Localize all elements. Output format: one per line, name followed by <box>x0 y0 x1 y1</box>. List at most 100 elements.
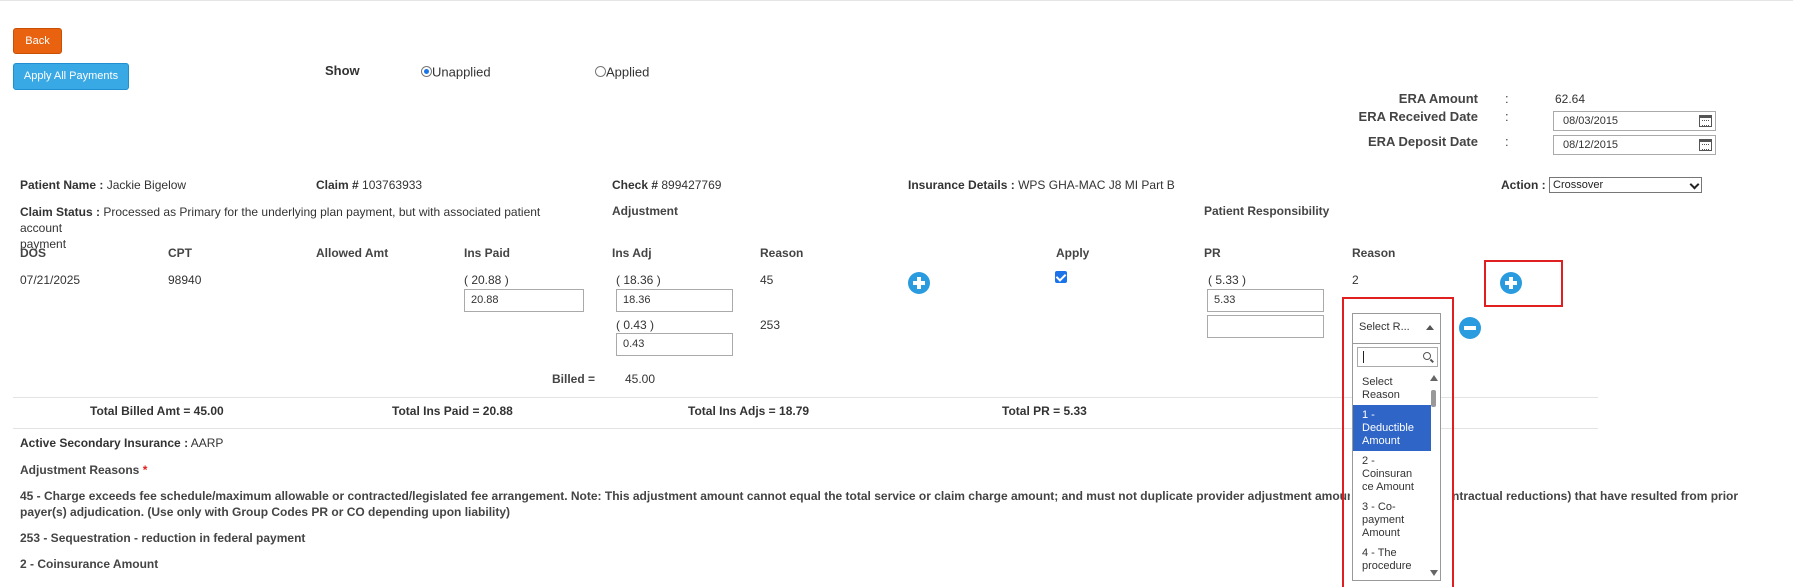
action-select[interactable]: Crossover <box>1549 177 1702 193</box>
radio-applied[interactable]: Applied <box>595 64 649 79</box>
radio-unapplied-icon <box>421 66 432 78</box>
required-asterisk: * <box>142 463 148 477</box>
apply-checkbox[interactable] <box>1055 271 1067 283</box>
ins-paid-input[interactable]: 20.88 <box>464 289 584 312</box>
era-deposit-date-value: 08/12/2015 <box>1563 139 1619 151</box>
era-received-date-value: 08/03/2015 <box>1563 115 1619 127</box>
reason-option[interactable]: 4 - The procedure <box>1353 543 1431 576</box>
check-number-label: Check # <box>612 178 659 192</box>
secondary-insurance: Active Secondary Insurance : AARP <box>20 436 223 450</box>
total-pr: Total PR = 5.33 <box>1002 404 1087 418</box>
chevron-down-icon <box>1689 179 1700 190</box>
radio-unapplied[interactable]: Unapplied <box>421 64 491 79</box>
era-deposit-date-input[interactable]: 08/12/2015 <box>1553 135 1716 155</box>
action-label: Action : <box>1501 178 1546 192</box>
text-cursor <box>1363 351 1364 363</box>
col-cpt: CPT <box>168 246 192 260</box>
total-ins-paid: Total Ins Paid = 20.88 <box>392 404 513 418</box>
secondary-insurance-value: AARP <box>190 436 224 450</box>
ins-adj-2-input[interactable]: 0.43 <box>616 333 733 356</box>
radio-applied-label: Applied <box>606 64 650 80</box>
reason-option-list: Select Reason 1 - Deductible Amount 2 - Coinsu… <box>1353 372 1431 576</box>
billed-label: Billed = <box>552 372 596 386</box>
line-pr-display: ( 5.33 ) <box>1208 273 1247 287</box>
adjustment-reasons-title: Adjustment Reasons * <box>20 462 147 478</box>
line-cpt: 98940 <box>168 273 202 287</box>
line-adj-2-display: ( 0.43 ) <box>616 318 655 332</box>
chevron-up-icon <box>1426 325 1434 330</box>
col-allowed: Allowed Amt <box>316 246 389 260</box>
highlight-box-add <box>1484 260 1563 307</box>
claim-status: Claim Status : Processed as Primary for … <box>20 204 580 252</box>
search-icon <box>1423 352 1431 360</box>
check-number: Check # 899427769 <box>612 178 721 192</box>
era-amount-value: 62.64 <box>1555 92 1586 106</box>
radio-applied-icon <box>595 66 606 78</box>
patient-name: Patient Name : Jackie Bigelow <box>20 178 186 192</box>
patient-name-label: Patient Name : <box>20 178 104 192</box>
secondary-insurance-label: Active Secondary Insurance : <box>20 436 189 450</box>
era-received-colon: : <box>1505 109 1509 124</box>
reason-dropdown-panel: Select Reason 1 - Deductible Amount 2 - Coinsu… <box>1352 343 1441 581</box>
claim-status-label: Claim Status : <box>20 205 101 219</box>
top-border <box>0 0 1793 1</box>
era-amount-colon: : <box>1505 91 1509 106</box>
total-ins-adjs-label: Total Ins Adjs = 18.79 <box>688 404 810 418</box>
back-button[interactable]: Back <box>13 28 62 54</box>
dropdown-scrollbar[interactable] <box>1429 372 1439 580</box>
total-ins-adjs: Total Ins Adjs = 18.79 <box>688 404 809 418</box>
line-dos: 07/21/2025 <box>20 273 81 287</box>
claim-number-label: Claim # <box>316 178 359 192</box>
total-billed-label: Total Billed Amt = 45.00 <box>90 404 224 418</box>
pr-input[interactable]: 5.33 <box>1207 289 1324 312</box>
reason-option[interactable]: Select Reason <box>1353 372 1431 405</box>
insurance-details-label: Insurance Details : <box>908 178 1015 192</box>
era-deposit-colon: : <box>1505 134 1509 149</box>
reason-dropdown-toggle[interactable]: Select R... <box>1352 313 1441 343</box>
adj-2-reason: 253 <box>760 318 781 332</box>
era-received-date-input[interactable]: 08/03/2015 <box>1553 111 1716 131</box>
reason-search-input[interactable] <box>1357 347 1438 367</box>
col-pr-reason: Reason <box>1352 246 1396 260</box>
total-billed: Total Billed Amt = 45.00 <box>90 404 224 418</box>
radio-unapplied-label: Unapplied <box>432 64 491 80</box>
patient-responsibility-section-title: Patient Responsibility <box>1204 204 1330 218</box>
reason-dropdown[interactable]: Select R... Select Reason 1 - Deductible Amo… <box>1352 313 1441 581</box>
add-reason-plus-icon[interactable] <box>1500 272 1522 294</box>
claim-number: Claim # 103763933 <box>316 178 422 192</box>
total-pr-label: Total PR = 5.33 <box>1002 404 1087 418</box>
reason-option[interactable]: 1 - Deductible Amount <box>1353 405 1431 451</box>
check-number-value: 899427769 <box>661 178 722 192</box>
apply-all-payments-button[interactable]: Apply All Payments <box>13 63 129 90</box>
action-label-text: Action : <box>1501 178 1546 192</box>
reason-253: 253 - Sequestration - reduction in feder… <box>20 531 306 545</box>
reason-option[interactable]: 3 - Co-payment Amount <box>1353 497 1431 543</box>
patient-name-value: Jackie Bigelow <box>106 178 187 192</box>
scroll-up-icon[interactable] <box>1430 375 1438 381</box>
reason-2: 2 - Coinsurance Amount <box>20 557 159 571</box>
era-received-label: ERA Received Date <box>1358 109 1478 124</box>
reason-option[interactable]: 2 - Coinsuran ce Amount <box>1353 451 1431 497</box>
show-label: Show <box>325 63 360 78</box>
reason-dropdown-selected: Select R... <box>1359 321 1410 333</box>
col-apply: Apply <box>1056 246 1090 260</box>
line-ins-paid-display: ( 20.88 ) <box>464 273 509 287</box>
col-ins-paid: Ins Paid <box>464 246 511 260</box>
era-deposit-label: ERA Deposit Date <box>1367 134 1478 149</box>
scroll-thumb[interactable] <box>1431 390 1436 407</box>
pr-input-2[interactable] <box>1207 315 1324 338</box>
scroll-down-icon[interactable] <box>1430 570 1438 576</box>
col-pr: PR <box>1204 246 1221 260</box>
era-amount-label: ERA Amount <box>1398 91 1478 106</box>
pr-reason-value: 2 <box>1352 273 1359 287</box>
action-select-value: Crossover <box>1553 179 1604 191</box>
reason-45-line-a: 45 - Charge exceeds fee schedule/maximum… <box>20 489 1350 503</box>
insurance-details-value: WPS GHA-MAC J8 MI Part B <box>1018 178 1175 192</box>
minus-circle-icon[interactable] <box>1459 317 1481 339</box>
plus-circle-icon[interactable] <box>908 272 930 294</box>
ins-adj-1-input[interactable]: 18.36 <box>616 289 733 312</box>
col-dos: DOS <box>20 246 47 260</box>
calendar-icon[interactable] <box>1699 115 1712 127</box>
insurance-details: Insurance Details : WPS GHA-MAC J8 MI Pa… <box>908 178 1175 192</box>
calendar-icon[interactable] <box>1699 139 1712 151</box>
